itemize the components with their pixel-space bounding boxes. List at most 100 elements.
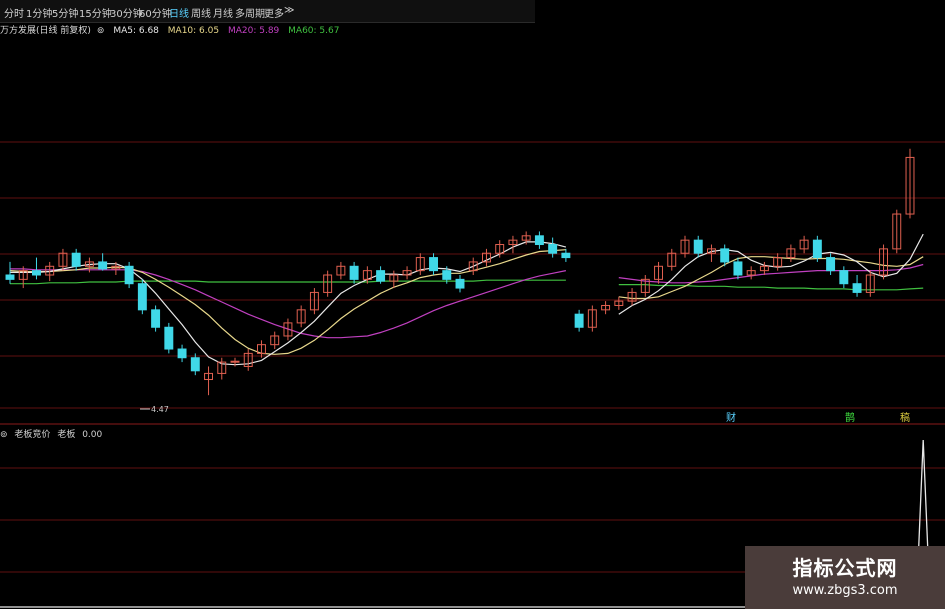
candle[interactable] <box>389 270 399 289</box>
candle[interactable] <box>243 349 253 371</box>
candle[interactable] <box>177 344 187 363</box>
ma60-label: MA60: 5.67 <box>288 26 340 36</box>
candle[interactable] <box>640 275 650 297</box>
event-marker-1[interactable]: 财 <box>726 411 736 424</box>
candle-body-down <box>826 257 836 272</box>
more-arrow-icon[interactable]: ≫ <box>284 5 294 16</box>
candle-body-down <box>151 309 161 328</box>
candle-body-down <box>349 265 359 280</box>
candle[interactable] <box>773 253 783 271</box>
candle[interactable] <box>429 253 439 275</box>
event-marker-3[interactable]: 稿 <box>900 411 910 424</box>
candle-body-down <box>574 313 584 328</box>
candle[interactable] <box>905 148 915 219</box>
candle[interactable] <box>468 257 478 275</box>
tab-1min[interactable]: 1分钟 <box>26 5 52 20</box>
period-toolbar: 分时 1分钟 5分钟 15分钟 30分钟 60分钟 日线 周线 月线 多周期 更… <box>0 0 535 23</box>
candle[interactable] <box>204 366 213 396</box>
candle[interactable] <box>415 253 425 275</box>
candle[interactable] <box>627 288 637 306</box>
candle-body-down <box>429 257 439 272</box>
candle[interactable] <box>164 322 174 354</box>
candle[interactable] <box>257 340 266 358</box>
candle[interactable] <box>892 209 902 254</box>
candle[interactable] <box>190 353 200 376</box>
sub-indicator-value: 0.00 <box>82 430 103 440</box>
event-marker-2[interactable]: 鹊 <box>845 411 855 424</box>
candle[interactable] <box>786 244 796 262</box>
candle[interactable] <box>309 288 319 315</box>
candle-body-down <box>442 270 452 280</box>
tab-30min[interactable]: 30分钟 <box>110 5 143 20</box>
candle[interactable] <box>296 305 306 328</box>
candle-body-down <box>164 326 174 350</box>
candle[interactable] <box>402 266 412 280</box>
settings-icon[interactable]: ⊚ <box>97 26 105 36</box>
candle[interactable] <box>58 248 68 271</box>
candle[interactable] <box>812 235 822 262</box>
candle-body-down <box>733 261 743 276</box>
candle[interactable] <box>667 248 677 271</box>
candle[interactable] <box>270 331 280 350</box>
tab-monthly[interactable]: 月线 <box>213 5 233 20</box>
candle[interactable] <box>574 309 584 332</box>
candle[interactable] <box>799 235 809 254</box>
tab-60min[interactable]: 60分钟 <box>139 5 172 20</box>
candle-body-down <box>376 270 386 282</box>
ma20-label: MA20: 5.89 <box>227 26 280 36</box>
candle[interactable] <box>482 248 491 267</box>
candle[interactable] <box>534 231 544 249</box>
candle-body-down <box>177 348 187 359</box>
candle[interactable] <box>455 275 465 293</box>
candle[interactable] <box>614 296 624 310</box>
candle[interactable] <box>587 305 597 332</box>
candle[interactable] <box>733 257 743 280</box>
sub-indicator-legend: ⊚ 老板竞价 老板 0.00 <box>0 427 106 441</box>
tab-more[interactable]: 更多 <box>264 5 284 20</box>
candle[interactable] <box>826 253 836 275</box>
candle[interactable] <box>852 275 862 297</box>
watermark-banner: 指标公式网 www.zbgs3.com <box>745 546 945 609</box>
candle[interactable] <box>349 261 359 284</box>
tab-multi-period[interactable]: 多周期 <box>235 5 265 20</box>
candle[interactable] <box>839 266 849 289</box>
ma5-label: MA5: 6.68 <box>113 26 159 36</box>
ma10-line <box>9 249 924 355</box>
candle-body-down <box>839 270 849 285</box>
candle[interactable] <box>707 244 716 262</box>
candle-body-up <box>230 360 240 363</box>
tab-15min[interactable]: 15分钟 <box>79 5 112 20</box>
candle[interactable] <box>865 270 875 297</box>
stock-title[interactable]: 万方发展(日线 前复权) <box>0 26 91 36</box>
candle[interactable] <box>124 261 134 289</box>
candle[interactable] <box>654 261 664 284</box>
tab-daily[interactable]: 日线 <box>169 5 189 20</box>
candle[interactable] <box>746 266 756 280</box>
candle[interactable] <box>323 270 333 297</box>
tab-intraday[interactable]: 分时 <box>4 5 24 20</box>
candle-body-down <box>5 274 15 280</box>
sub-indicator-title[interactable]: 老板竞价 <box>14 430 50 440</box>
kline-chart[interactable]: 4.47 财 鹊 稿 <box>0 0 945 609</box>
candle[interactable] <box>217 357 227 380</box>
tab-weekly[interactable]: 周线 <box>191 5 211 20</box>
candle[interactable] <box>561 248 571 262</box>
settings-icon[interactable]: ⊚ <box>0 430 8 440</box>
candle[interactable] <box>137 279 147 315</box>
candle[interactable] <box>879 244 889 280</box>
candle[interactable] <box>376 266 386 284</box>
candle[interactable] <box>230 357 240 367</box>
candle[interactable] <box>548 237 558 258</box>
candle-body-down <box>812 239 822 259</box>
candle[interactable] <box>601 301 611 315</box>
candle-body-down <box>137 283 147 311</box>
candle[interactable] <box>508 235 518 254</box>
candle[interactable] <box>336 261 346 280</box>
candle[interactable] <box>151 305 161 332</box>
tab-5min[interactable]: 5分钟 <box>52 5 78 20</box>
candle[interactable] <box>32 257 41 280</box>
candle-body-down <box>98 261 108 270</box>
ma10-label: MA10: 6.05 <box>167 26 220 36</box>
candle-body-down <box>71 252 81 267</box>
candle[interactable] <box>98 253 108 271</box>
